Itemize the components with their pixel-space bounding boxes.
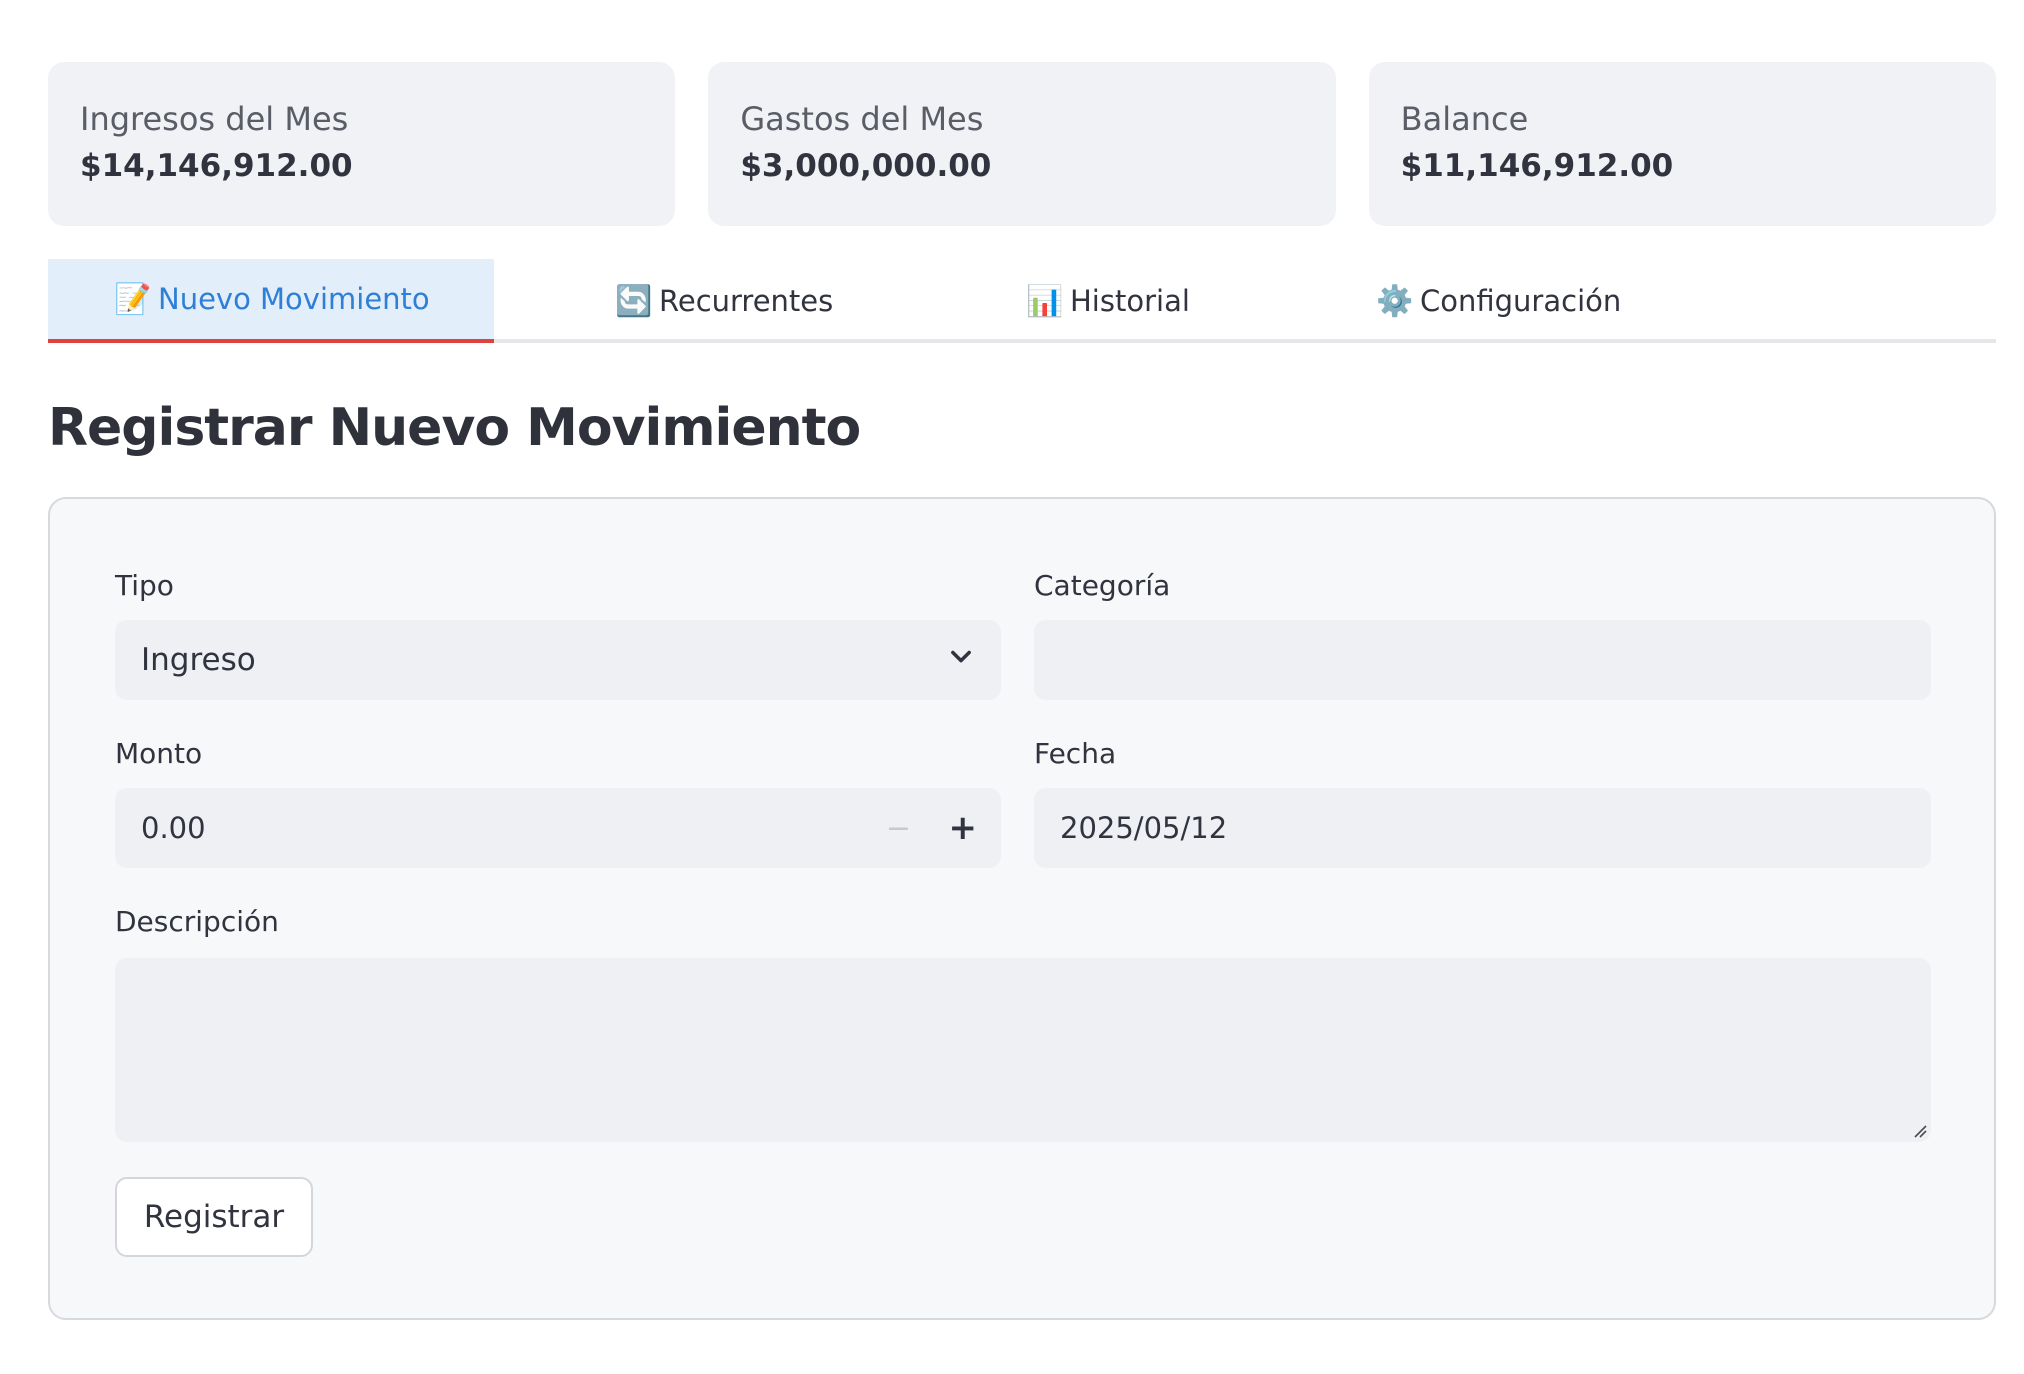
tab-label: Historial: [1070, 284, 1190, 318]
bar-chart-icon: 📊: [1026, 283, 1064, 319]
monto-input-value: 0.00: [141, 811, 206, 845]
categoria-input[interactable]: [1034, 620, 1931, 700]
tipo-label: Tipo: [115, 569, 174, 602]
tab-recurrentes[interactable]: 🔄 Recurrentes: [615, 259, 833, 343]
tab-label: Configuración: [1420, 284, 1622, 318]
monto-input[interactable]: 0.00 − +: [115, 788, 1001, 868]
fecha-input-value: 2025/05/12: [1060, 811, 1228, 845]
page-title: Registrar Nuevo Movimiento: [48, 398, 861, 458]
categoria-label: Categoría: [1034, 569, 1171, 602]
metric-value: $14,146,912.00: [80, 148, 353, 185]
metric-label: Ingresos del Mes: [80, 100, 349, 138]
metric-value: $3,000,000.00: [740, 148, 992, 185]
fecha-input[interactable]: 2025/05/12: [1034, 788, 1931, 868]
metric-card-ingresos: Ingresos del Mes $14,146,912.00: [48, 62, 676, 226]
metrics-row: Ingresos del Mes $14,146,912.00 Gastos d…: [48, 62, 1996, 226]
tab-configuracion[interactable]: ⚙️ Configuración: [1376, 259, 1621, 343]
tab-label: Recurrentes: [659, 284, 834, 318]
gear-icon: ⚙️: [1376, 283, 1414, 319]
refresh-icon: 🔄: [615, 283, 653, 319]
monto-label: Monto: [115, 737, 203, 770]
movement-form: Tipo Ingreso Categoría Monto 0.00 − + Fe…: [48, 497, 1996, 1320]
tipo-select[interactable]: Ingreso: [115, 620, 1001, 700]
chevron-down-icon: [951, 650, 971, 663]
resize-grip-icon[interactable]: [1911, 1122, 1927, 1138]
metric-label: Gastos del Mes: [740, 100, 984, 138]
registrar-button[interactable]: Registrar: [115, 1177, 313, 1257]
tipo-select-value: Ingreso: [141, 642, 256, 678]
tab-label: Nuevo Movimiento: [158, 282, 430, 316]
tab-bar: 📝 Nuevo Movimiento 🔄 Recurrentes 📊 Histo…: [48, 259, 1996, 343]
descripcion-textarea[interactable]: [115, 958, 1931, 1142]
descripcion-label: Descripción: [115, 905, 279, 938]
increment-button[interactable]: +: [949, 808, 978, 848]
memo-icon: 📝: [114, 281, 152, 317]
metric-label: Balance: [1400, 100, 1529, 138]
metric-card-gastos: Gastos del Mes $3,000,000.00: [708, 62, 1336, 226]
tab-nuevo-movimiento[interactable]: 📝 Nuevo Movimiento: [48, 259, 494, 343]
fecha-label: Fecha: [1034, 737, 1117, 770]
metric-card-balance: Balance $11,146,912.00: [1368, 62, 1996, 226]
metric-value: $11,146,912.00: [1400, 148, 1674, 185]
tab-historial[interactable]: 📊 Historial: [1026, 259, 1190, 343]
decrement-button[interactable]: −: [886, 811, 911, 846]
